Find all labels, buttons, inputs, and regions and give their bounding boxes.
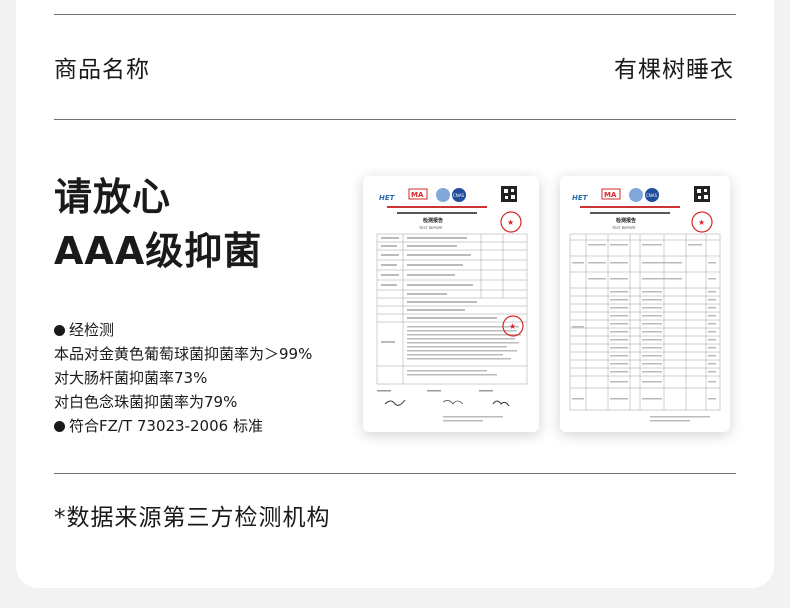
svg-text:★: ★ bbox=[509, 322, 516, 331]
headline-line2: AAA级抑菌 bbox=[54, 229, 263, 273]
divider-top bbox=[54, 14, 736, 15]
svg-text:★: ★ bbox=[698, 218, 705, 227]
cnas-logo-text: CNAS bbox=[453, 193, 465, 198]
report1-title: 检测报告 bbox=[423, 217, 443, 224]
test-results: 经检测 本品对金黄色葡萄球菌抑菌率为＞99% 对大肠杆菌抑菌率73% 对白色念珠… bbox=[54, 318, 312, 438]
svg-text:★: ★ bbox=[507, 218, 514, 227]
ma-logo-text-2: MA bbox=[604, 191, 617, 199]
result-line: 本品对金黄色葡萄球菌抑菌率为＞99% bbox=[54, 345, 313, 363]
ma-logo-text: MA bbox=[411, 191, 424, 199]
data-source-footnote: *数据来源第三方检测机构 bbox=[54, 505, 331, 531]
headline: 请放心 AAA级抑菌 bbox=[54, 170, 262, 278]
report1-subtitle: TEST REPORT bbox=[418, 226, 444, 230]
result-line: 对白色念珠菌抑菌率为79% bbox=[54, 393, 238, 411]
svg-text:HET: HET bbox=[379, 194, 396, 202]
bullet-dot-icon bbox=[54, 421, 65, 432]
svg-text:HET: HET bbox=[572, 194, 589, 202]
bullet-dot-icon bbox=[54, 325, 65, 336]
report2-title: 检测报告 bbox=[616, 217, 636, 224]
headline-line1: 请放心 bbox=[54, 175, 172, 219]
divider-upper bbox=[54, 119, 736, 120]
product-name-value: 有棵树睡衣 bbox=[614, 57, 734, 83]
test-report-document-2: HET MA CNAS 检测报告 TEST REPORT ★ bbox=[560, 176, 730, 432]
test-report-image-1: HET MA CNAS 检测报告 TEST REPORT ★ ★ bbox=[376, 186, 528, 422]
report1-text-lines bbox=[381, 237, 521, 376]
report1-logos: HET MA CNAS bbox=[379, 186, 517, 202]
divider-lower bbox=[54, 473, 736, 474]
report2-subtitle: TEST REPORT bbox=[611, 226, 637, 230]
test-report-image-2: HET MA CNAS 检测报告 TEST REPORT ★ bbox=[569, 186, 721, 422]
test-report-document-1: HET MA CNAS 检测报告 TEST REPORT ★ ★ bbox=[363, 176, 539, 432]
tested-label-row: 经检测 bbox=[54, 318, 312, 342]
product-name-label: 商品名称 bbox=[54, 57, 150, 83]
report2-table bbox=[569, 233, 721, 411]
report1-signatures bbox=[377, 390, 493, 392]
standard-text: 符合FZ/T 73023-2006 标准 bbox=[69, 417, 263, 435]
standard-row: 符合FZ/T 73023-2006 标准 bbox=[54, 414, 312, 438]
tested-label: 经检测 bbox=[69, 321, 115, 339]
result-line: 对大肠杆菌抑菌率73% bbox=[54, 369, 208, 387]
cnas-logo-text-2: CNAS bbox=[646, 193, 658, 198]
